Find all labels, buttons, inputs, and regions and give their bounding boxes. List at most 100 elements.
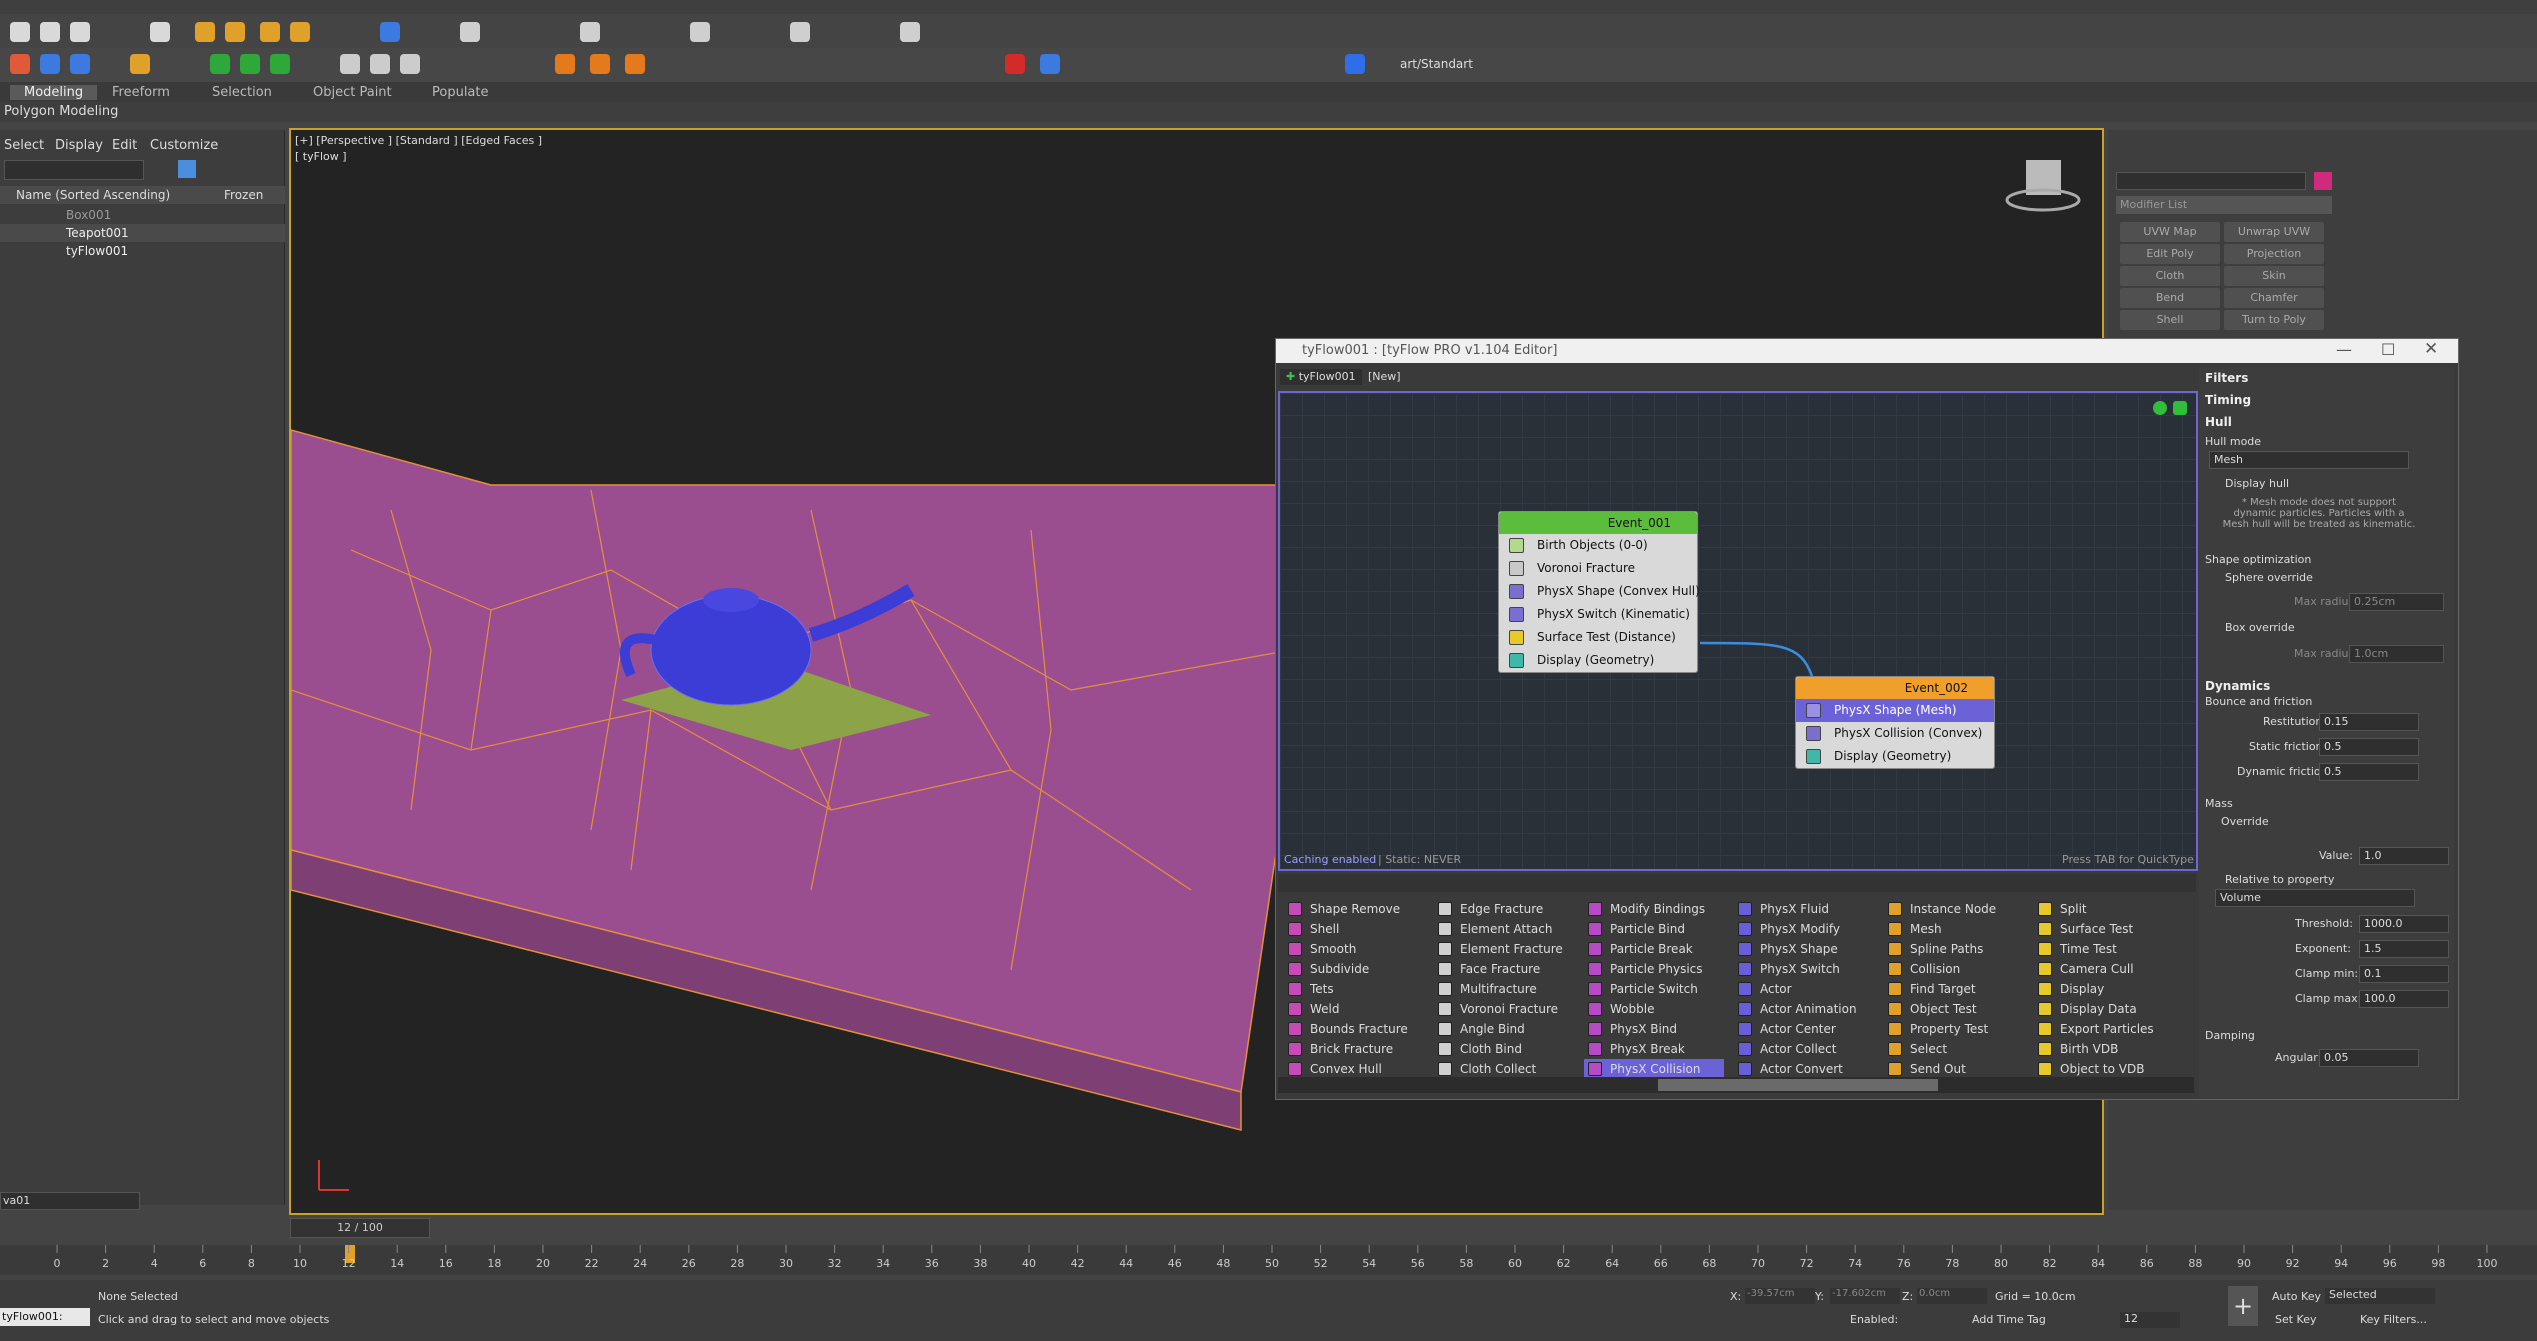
depot-operator[interactable]: Select: [1884, 1039, 1947, 1059]
depot-operator[interactable]: Spline Paths: [1884, 939, 1983, 959]
depot-operator[interactable]: Cloth Bind: [1434, 1039, 1522, 1059]
depot-operator[interactable]: PhysX Bind: [1584, 1019, 1677, 1039]
depot-operator[interactable]: PhysX Shape: [1734, 939, 1838, 959]
minimize-icon[interactable]: —: [2336, 340, 2352, 359]
depot-operator[interactable]: Actor Center: [1734, 1019, 1836, 1039]
max-radius-field-2[interactable]: 1.0cm: [2349, 645, 2444, 663]
depot-operator[interactable]: Wobble: [1584, 999, 1654, 1019]
chamfer-button[interactable]: Chamfer: [2224, 288, 2324, 308]
event-header[interactable]: Event_001: [1499, 512, 1697, 534]
filters-rollout[interactable]: Filters: [2205, 371, 2248, 385]
tab-object-paint[interactable]: Object Paint: [313, 85, 392, 100]
threshold-field[interactable]: 1000.0: [2359, 915, 2449, 933]
particle-icon[interactable]: [130, 54, 150, 74]
static-friction-field[interactable]: 0.5: [2319, 738, 2419, 756]
operator[interactable]: PhysX Switch (Kinematic): [1499, 603, 1697, 626]
pause-icon[interactable]: [370, 54, 390, 74]
box-override-checkbox[interactable]: Box override: [2225, 621, 2295, 634]
projection-button[interactable]: Projection: [2224, 244, 2324, 264]
polygon-modeling-label[interactable]: Polygon Modeling: [4, 104, 118, 119]
restitution-field[interactable]: 0.15: [2319, 713, 2419, 731]
play-icon[interactable]: [340, 54, 360, 74]
depot-operator[interactable]: Weld: [1284, 999, 1340, 1019]
col-frozen[interactable]: Frozen: [224, 188, 263, 202]
maxscript-listener[interactable]: tyFlow001: [trar: [0, 1308, 90, 1326]
col-name[interactable]: Name (Sorted Ascending): [16, 188, 170, 202]
render-icon[interactable]: [790, 22, 810, 42]
depot-operator[interactable]: Bounds Fracture: [1284, 1019, 1408, 1039]
sun-icon[interactable]: [225, 22, 245, 42]
depot-operator[interactable]: Multifracture: [1434, 979, 1537, 999]
operator[interactable]: PhysX Collision (Convex): [1796, 722, 1994, 745]
depot-operator[interactable]: Modify Bindings: [1584, 899, 1705, 919]
depot-operator[interactable]: Face Fracture: [1434, 959, 1540, 979]
depot-operator[interactable]: Smooth: [1284, 939, 1356, 959]
depot-operator[interactable]: Subdivide: [1284, 959, 1369, 979]
cmd-tabs[interactable]: [2118, 138, 2338, 158]
depot-operator[interactable]: Display: [2034, 979, 2104, 999]
arrow-icon[interactable]: [240, 54, 260, 74]
depot-operator[interactable]: Shape Remove: [1284, 899, 1400, 919]
rb-icon[interactable]: [1345, 54, 1365, 74]
help-icon[interactable]: [900, 22, 920, 42]
operator[interactable]: Display (Geometry): [1499, 649, 1697, 672]
editor-tab-new[interactable]: [New]: [1364, 369, 1405, 385]
depot-operator[interactable]: Tets: [1284, 979, 1334, 999]
timeline[interactable]: 0 2 4 6 8 10 12 14 16 18 20 22 24 26 28 30 32 34 36 38 40 42 4…: [0, 1245, 2537, 1275]
event-node-1[interactable]: Event_001 Birth Objects (0-0) Voronoi Fr…: [1498, 511, 1700, 673]
frame-counter[interactable]: 12 / 100: [290, 1218, 430, 1238]
shell-button[interactable]: Shell: [2120, 310, 2220, 330]
depot-operator[interactable]: Particle Break: [1584, 939, 1693, 959]
scatter-icon[interactable]: [580, 22, 600, 42]
depot-operator[interactable]: Object Test: [1884, 999, 1977, 1019]
depot-operator[interactable]: Voronoi Fracture: [1434, 999, 1558, 1019]
add-time-tag[interactable]: Add Time Tag: [1972, 1313, 2046, 1326]
depot-operator[interactable]: Particle Switch: [1584, 979, 1698, 999]
operator[interactable]: Display (Geometry): [1796, 745, 1994, 768]
depot-filter-bar[interactable]: [1278, 874, 2196, 892]
flame-icon[interactable]: [590, 54, 610, 74]
grid-icon[interactable]: [270, 54, 290, 74]
smoke-icon[interactable]: [625, 54, 645, 74]
link-icon[interactable]: [70, 22, 90, 42]
layer-field[interactable]: va01: [0, 1192, 140, 1210]
depot-operator[interactable]: Display Data: [2034, 999, 2137, 1019]
set-key-icon[interactable]: +: [2228, 1286, 2258, 1326]
depot-operator[interactable]: Mesh: [1884, 919, 1942, 939]
tab-selection[interactable]: Selection: [212, 85, 272, 100]
list-item[interactable]: tyFlow001: [0, 242, 285, 260]
exponent-field[interactable]: 1.5: [2359, 940, 2449, 958]
menu-display[interactable]: Display: [55, 138, 103, 153]
depot-operator[interactable]: Birth VDB: [2034, 1039, 2118, 1059]
key-mode-select[interactable]: Selected: [2325, 1288, 2435, 1304]
operator[interactable]: PhysX Shape (Convex Hull): [1499, 580, 1700, 603]
menu-edit[interactable]: Edit: [112, 138, 137, 153]
value-field[interactable]: 1.0: [2359, 847, 2449, 865]
hull-rollout[interactable]: Hull: [2205, 415, 2232, 429]
display-hull-checkbox[interactable]: Display hull: [2225, 477, 2289, 490]
depot-operator[interactable]: Particle Bind: [1584, 919, 1685, 939]
spot-icon[interactable]: [260, 22, 280, 42]
depot-operator[interactable]: Convex Hull: [1284, 1059, 1382, 1079]
depot-operator[interactable]: Find Target: [1884, 979, 1976, 999]
depot-operator[interactable]: Cloth Collect: [1434, 1059, 1536, 1079]
depot-operator[interactable]: Actor Collect: [1734, 1039, 1836, 1059]
depot-operator[interactable]: Angle Bind: [1434, 1019, 1525, 1039]
light-icon[interactable]: [195, 22, 215, 42]
auto-key-button[interactable]: Auto Key: [2272, 1290, 2321, 1303]
depot-scrollbar[interactable]: [1278, 1077, 2194, 1093]
y-coord[interactable]: -17.602cm: [1830, 1288, 1900, 1304]
record-icon[interactable]: [1005, 54, 1025, 74]
override-checkbox[interactable]: Override: [2221, 815, 2269, 828]
editor-tab-tyflow[interactable]: ✚ tyFlow001: [1280, 369, 1362, 385]
list-item[interactable]: Teapot001: [0, 224, 285, 242]
fire-icon[interactable]: [555, 54, 575, 74]
maximize-icon[interactable]: ☐: [2381, 340, 2395, 359]
modifier-list[interactable]: Modifier List: [2116, 196, 2332, 214]
turn-to-poly-button[interactable]: Turn to Poly: [2224, 310, 2324, 330]
scroll-thumb[interactable]: [1658, 1079, 1938, 1091]
create-icon[interactable]: [10, 54, 30, 74]
depot-operator[interactable]: Element Fracture: [1434, 939, 1563, 959]
list-item[interactable]: Box001: [0, 206, 285, 224]
depot-operator[interactable]: Camera Cull: [2034, 959, 2134, 979]
